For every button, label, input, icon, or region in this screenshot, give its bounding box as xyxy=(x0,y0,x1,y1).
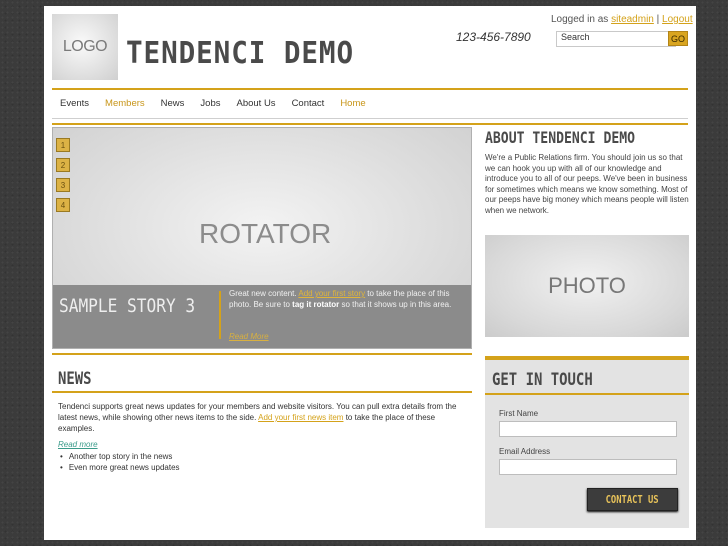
story-text-part-1: Great new content. xyxy=(229,289,299,298)
username-link[interactable]: siteadmin xyxy=(611,14,654,25)
news-title-rule xyxy=(52,391,472,393)
news-list: Another top story in the news Even more … xyxy=(60,451,180,473)
login-prefix: Logged in as xyxy=(551,14,609,25)
rotator-slide-4-button[interactable]: 4 xyxy=(56,198,70,212)
main-nav: Events Members News Jobs About Us Contac… xyxy=(60,98,382,109)
first-name-field[interactable] xyxy=(499,421,677,437)
add-story-link[interactable]: Add your first story xyxy=(298,289,365,298)
story-title: SAMPLE STORY 3 xyxy=(59,295,196,317)
logo[interactable]: LOGO xyxy=(52,14,118,80)
about-photo: PHOTO xyxy=(485,235,689,337)
first-name-label: First Name xyxy=(499,409,539,418)
contact-title: GET IN TOUCH xyxy=(492,370,593,390)
nav-item-contact[interactable]: Contact xyxy=(292,98,325,109)
logout-link[interactable]: Logout xyxy=(662,14,693,25)
news-text: Tendenci supports great news updates for… xyxy=(58,401,466,434)
rotator-placeholder-label: ROTATOR xyxy=(199,218,332,249)
rotator[interactable]: 1 2 3 4 ROTATOR SAMPLE STORY 3 Great new… xyxy=(52,127,472,349)
email-label: Email Address xyxy=(499,447,551,456)
site-title: TENDENCI DEMO xyxy=(126,36,354,71)
about-title: ABOUT TENDENCI DEMO xyxy=(485,128,636,147)
rotator-slide-1-button[interactable]: 1 xyxy=(56,138,70,152)
story-divider xyxy=(219,291,221,339)
contact-top-rule xyxy=(485,356,689,360)
rotator-slide-3-button[interactable]: 3 xyxy=(56,178,70,192)
story-text-part-3: so that it shows up in this area. xyxy=(339,299,452,309)
page: LOGO TENDENCI DEMO 123-456-7890 Logged i… xyxy=(44,6,696,540)
nav-item-jobs[interactable]: Jobs xyxy=(200,98,220,109)
nav-item-home[interactable]: Home xyxy=(340,98,365,109)
contact-form: GET IN TOUCH First Name Email Address CO… xyxy=(485,356,689,528)
login-separator: | xyxy=(656,14,660,25)
contact-us-button[interactable]: CONTACT US xyxy=(587,488,678,511)
header-divider xyxy=(52,88,688,90)
add-news-link[interactable]: Add your first news item xyxy=(258,413,343,422)
photo-placeholder-label: PHOTO xyxy=(548,273,626,298)
email-field[interactable] xyxy=(499,459,677,475)
login-status: Logged in as siteadmin | Logout xyxy=(551,14,693,25)
about-text: We're a Public Relations firm. You shoul… xyxy=(485,153,689,215)
search-go-button[interactable]: GO xyxy=(668,31,688,46)
list-item[interactable]: Another top story in the news xyxy=(60,451,180,462)
rotator-slide-2-button[interactable]: 2 xyxy=(56,158,70,172)
contact-title-rule xyxy=(485,393,689,395)
phone-number: 123-456-7890 xyxy=(456,30,531,44)
contact-us-button-label: CONTACT US xyxy=(605,493,659,506)
story-read-more-link[interactable]: Read More xyxy=(229,332,269,341)
nav-item-events[interactable]: Events xyxy=(60,98,89,109)
nav-item-news[interactable]: News xyxy=(161,98,185,109)
news-read-more-link[interactable]: Read more xyxy=(58,440,98,449)
go-button-label: GO xyxy=(670,33,685,44)
nav-item-about-us[interactable]: About Us xyxy=(236,98,275,109)
news-title: NEWS xyxy=(58,369,92,389)
logo-text: LOGO xyxy=(62,38,108,55)
nav-divider xyxy=(52,118,688,119)
story-text-bold: tag it rotator xyxy=(292,299,340,309)
content-top-rule xyxy=(52,123,688,125)
list-item[interactable]: Even more great news updates xyxy=(60,462,180,473)
news-top-rule xyxy=(52,353,472,355)
search-input-text: Search xyxy=(561,32,590,42)
story-text: Great new content. Add your first story … xyxy=(229,289,465,310)
search-input[interactable]: Search xyxy=(556,31,676,47)
nav-item-members[interactable]: Members xyxy=(105,98,145,109)
story-caption-bar: SAMPLE STORY 3 Great new content. Add yo… xyxy=(53,285,471,348)
